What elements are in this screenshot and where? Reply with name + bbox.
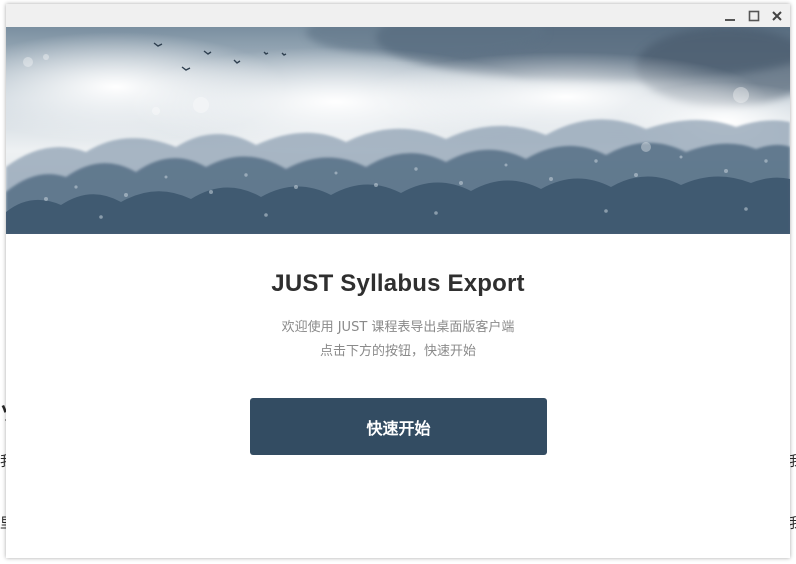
close-button[interactable] bbox=[769, 8, 785, 24]
landscape-banner bbox=[6, 27, 790, 234]
title-bar[interactable] bbox=[6, 4, 790, 27]
minimize-button[interactable] bbox=[722, 8, 738, 24]
close-icon bbox=[772, 11, 782, 21]
app-title: JUST Syllabus Export bbox=[271, 270, 525, 297]
background-page-fragment: 我 bbox=[789, 517, 796, 531]
app-window: JUST Syllabus Export 欢迎使用 JUST 课程表导出桌面版客… bbox=[6, 4, 790, 558]
maximize-icon bbox=[748, 10, 760, 22]
landscape-banner-image bbox=[6, 27, 790, 234]
maximize-button[interactable] bbox=[746, 8, 762, 24]
welcome-text: 欢迎使用 JUST 课程表导出桌面版客户端 bbox=[281, 320, 515, 335]
background-page-fragment: 我 bbox=[789, 455, 796, 469]
instruction-text: 点击下方的按钮，快速开始 bbox=[319, 344, 476, 359]
minimize-icon bbox=[725, 19, 735, 21]
quick-start-button[interactable]: 快速开始 bbox=[250, 398, 547, 455]
